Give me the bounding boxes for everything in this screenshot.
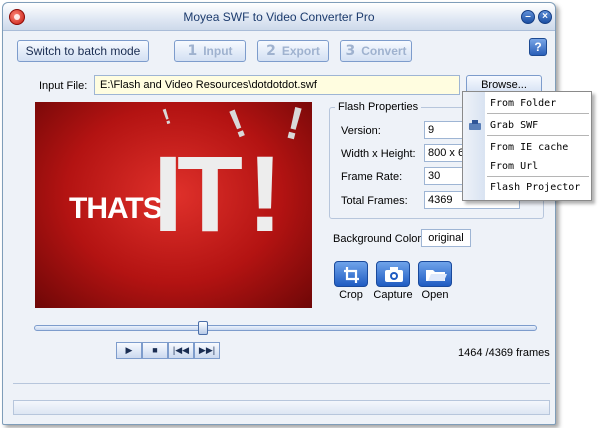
menu-separator [487, 135, 589, 136]
dimensions-label: Width x Height: [341, 148, 416, 160]
menu-item-from-folder[interactable]: From Folder [490, 98, 556, 109]
stop-button[interactable]: ■ [142, 342, 168, 359]
folder-icon [426, 270, 447, 281]
close-icon[interactable]: × [538, 10, 552, 24]
total-frames-label: Total Frames: [341, 195, 408, 207]
menu-item-from-ie-cache[interactable]: From IE cache [490, 142, 568, 153]
window-title: Moyea SWF to Video Converter Pro [183, 10, 375, 24]
swf-preview: ! ! ! THATS IT ! [35, 102, 312, 308]
next-button[interactable]: ▶▶| [194, 342, 220, 359]
preview-big-exclaim: ! [247, 133, 283, 254]
preview-it-text: IT [153, 133, 243, 254]
divider [13, 383, 550, 384]
previous-icon: |◀◀ [172, 345, 190, 355]
input-file-field[interactable]: E:\Flash and Video Resources\dotdotdot.s… [94, 75, 460, 95]
capture-button[interactable] [376, 261, 410, 287]
browse-dropdown-menu: From Folder Grab SWF From IE cache From … [462, 91, 592, 201]
next-icon: ▶▶| [198, 345, 216, 355]
convert-step-button[interactable]: 3 Convert [340, 40, 412, 62]
background-color-field[interactable]: original [421, 229, 471, 247]
help-button[interactable]: ? [529, 38, 547, 56]
menu-separator [487, 113, 589, 114]
export-step-button[interactable]: 2 Export [257, 40, 329, 62]
previous-button[interactable]: |◀◀ [168, 342, 194, 359]
crop-button[interactable] [334, 261, 368, 287]
frame-rate-label: Frame Rate: [341, 171, 403, 183]
title-bar: Moyea SWF to Video Converter Pro – × [3, 3, 555, 31]
frame-counter: 1464 /4369 frames [458, 347, 550, 359]
app-window: Moyea SWF to Video Converter Pro – × Swi… [2, 2, 556, 425]
menu-icon-strip [463, 92, 485, 200]
play-icon: ▶ [125, 345, 133, 355]
menu-item-flash-projector[interactable]: Flash Projector [490, 182, 580, 193]
open-label: Open [421, 289, 449, 301]
step-label: Input [203, 44, 233, 58]
preview-exclaim-1: ! [159, 103, 174, 130]
menu-item-grab-swf[interactable]: Grab SWF [490, 120, 538, 131]
open-button[interactable] [418, 261, 452, 287]
menu-item-from-url[interactable]: From Url [490, 161, 538, 172]
timeline-thumb[interactable] [197, 321, 208, 335]
flash-properties-title: Flash Properties [335, 101, 422, 113]
timeline-slider[interactable] [34, 325, 537, 331]
step-number: 3 [345, 43, 356, 59]
stop-icon: ■ [152, 345, 158, 355]
minimize-icon[interactable]: – [521, 10, 535, 24]
step-number: 1 [187, 43, 198, 59]
switch-batch-mode-button[interactable]: Switch to batch mode [17, 40, 149, 62]
background-color-label: Background Color: [333, 233, 425, 245]
play-button[interactable]: ▶ [116, 342, 142, 359]
step-label: Convert [361, 44, 407, 58]
input-file-label: Input File: [39, 80, 88, 92]
step-label: Export [281, 44, 320, 58]
step-number: 2 [266, 43, 276, 59]
preview-exclaim-3: ! [280, 102, 309, 151]
grab-icon [469, 120, 481, 130]
camera-icon [385, 267, 403, 282]
crop-icon [344, 267, 359, 283]
menu-separator [487, 176, 589, 177]
version-label: Version: [341, 125, 381, 137]
status-bar [13, 400, 550, 415]
preview-thats-text: THATS [69, 192, 163, 225]
input-step-button[interactable]: 1 Input [174, 40, 246, 62]
